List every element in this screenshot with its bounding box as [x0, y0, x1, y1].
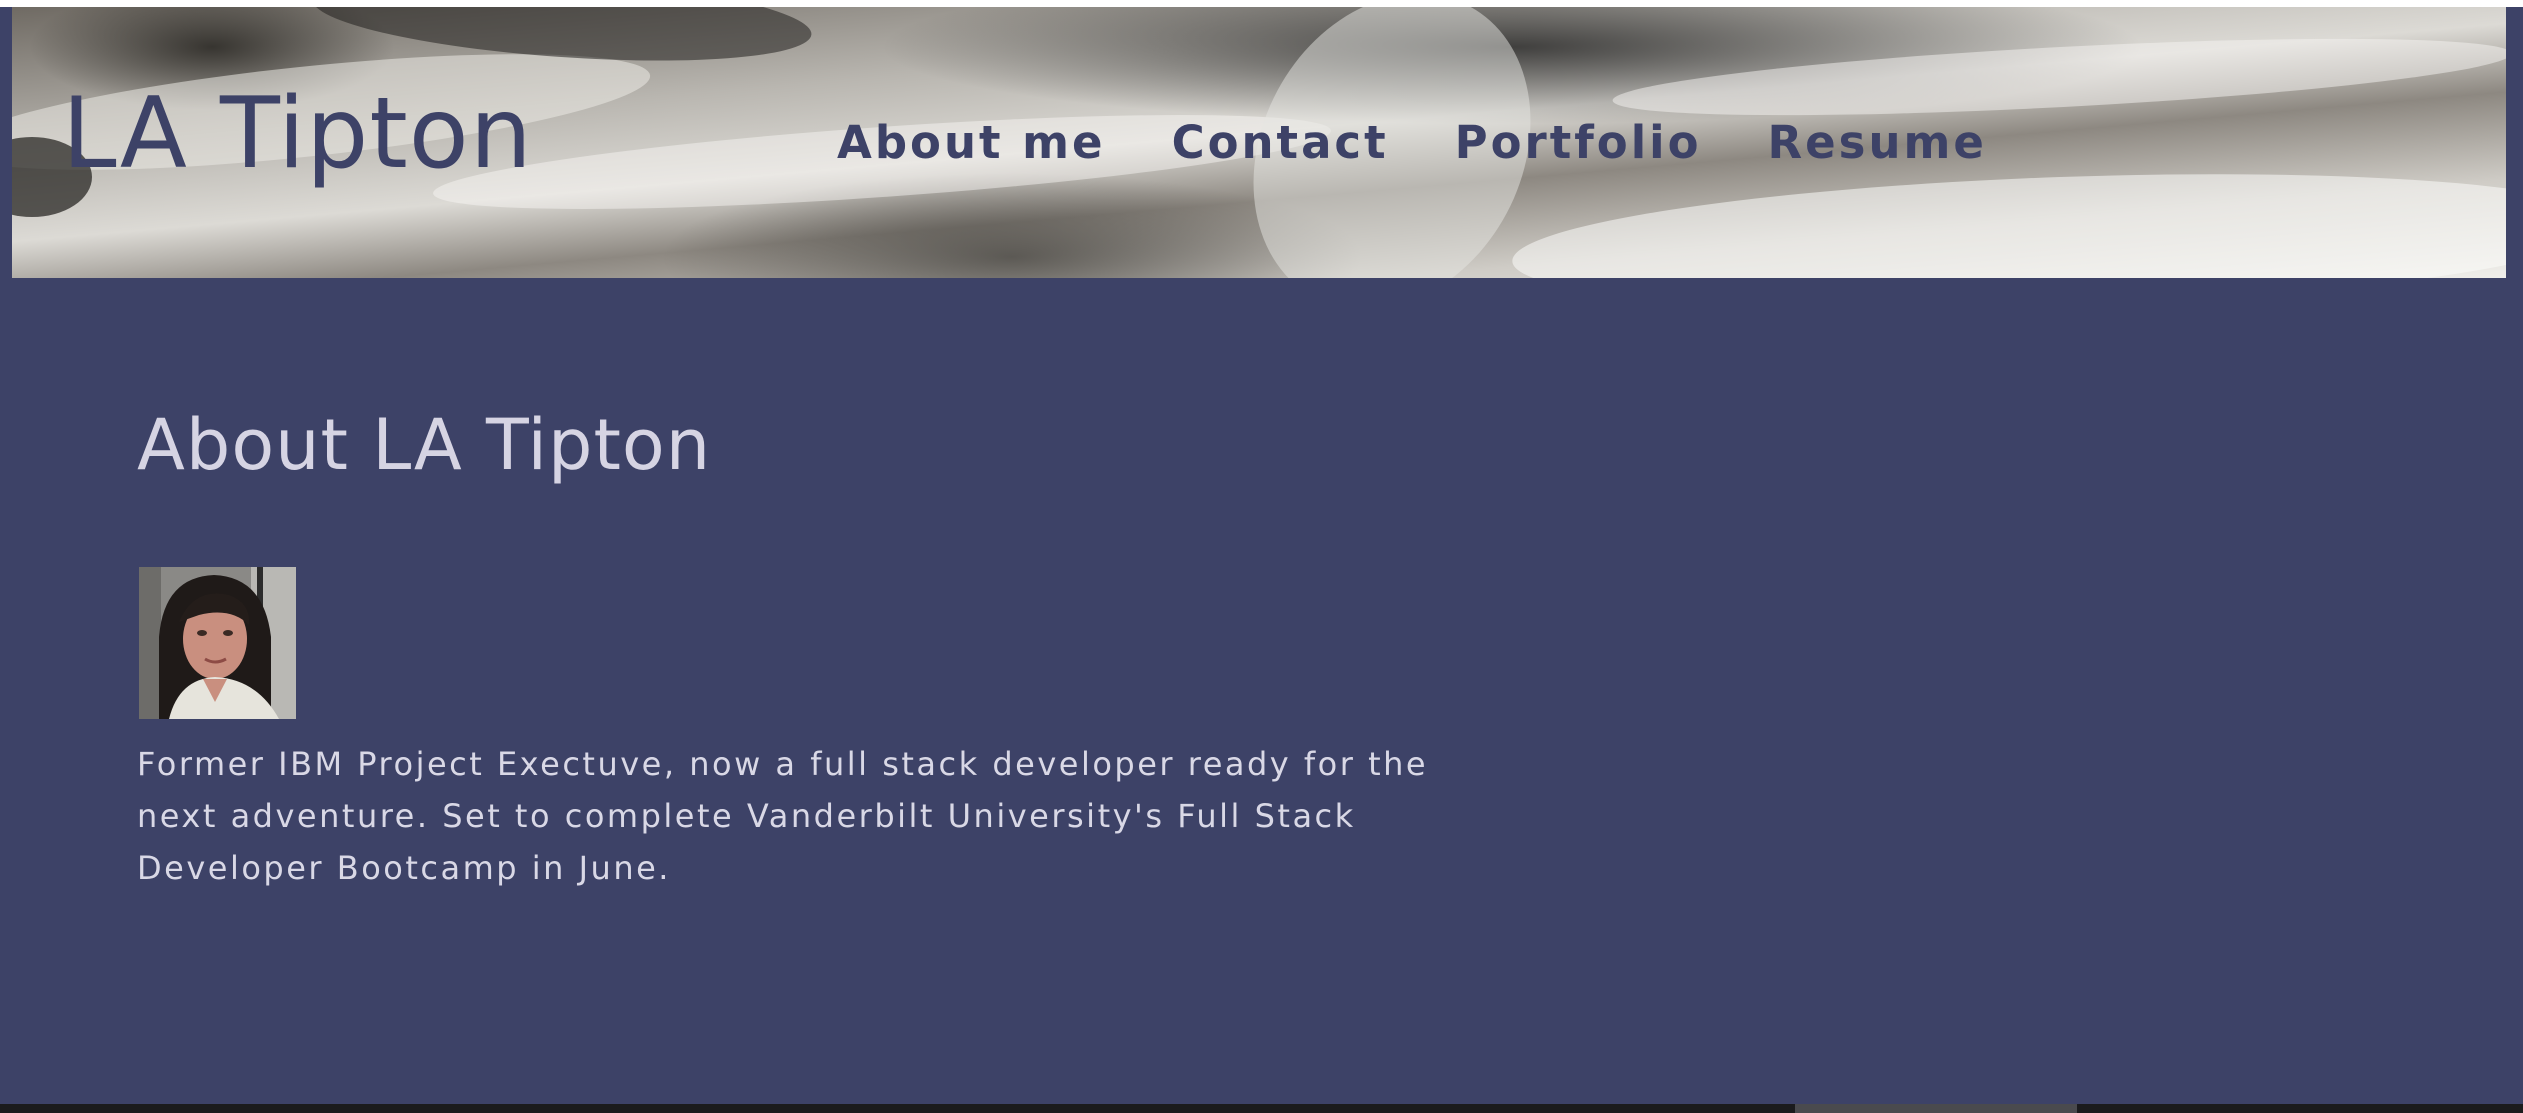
top-strip	[0, 0, 2523, 7]
nav-link-contact[interactable]: Contact	[1172, 120, 1389, 165]
nav-link-resume[interactable]: Resume	[1767, 120, 1986, 165]
horizontal-scrollbar[interactable]	[0, 1104, 2523, 1113]
page-title: About LA Tipton	[137, 404, 712, 486]
bio-text: Former IBM Project Exectuve, now a full …	[137, 745, 1429, 887]
profile-photo-illustration	[139, 567, 296, 719]
nav-link-portfolio[interactable]: Portfolio	[1455, 120, 1702, 165]
scrollbar-thumb[interactable]	[1795, 1104, 2077, 1113]
banner-fold	[1510, 157, 2506, 278]
profile-photo	[139, 567, 296, 719]
header-banner: LA Tipton About me Contact Portfolio Res…	[12, 7, 2506, 278]
banner-fold	[1611, 23, 2506, 131]
about-section: About LA Tipton Former IBM Project Exect…	[137, 404, 1437, 887]
main-nav: About me Contact Portfolio Resume	[837, 120, 1987, 165]
site-title[interactable]: LA Tipton	[62, 85, 533, 183]
nav-link-about-me[interactable]: About me	[837, 120, 1106, 165]
